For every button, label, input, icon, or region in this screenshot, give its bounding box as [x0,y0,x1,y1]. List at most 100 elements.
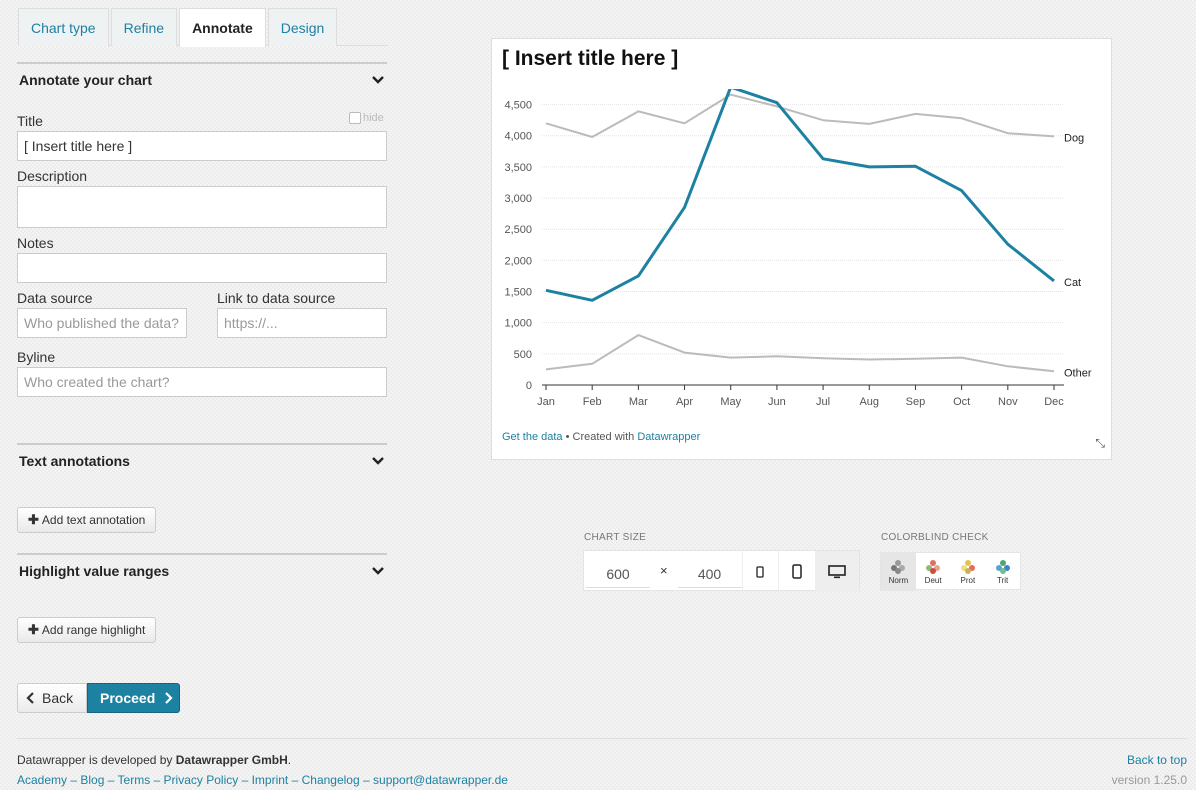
description-textarea[interactable] [17,186,387,228]
plus-icon: ✚ [28,512,39,527]
prot-label: Prot [960,576,976,585]
highlight-ranges-header[interactable]: Highlight value ranges [17,553,387,587]
trit-dots-icon [995,560,1010,574]
y-tick-label: 1,500 [504,287,532,299]
phone-small-icon [756,565,765,578]
title-input[interactable]: [ Insert title here ] [17,131,387,161]
back-button[interactable]: Back [17,683,87,713]
notes-input[interactable] [17,253,387,283]
datawrapper-link[interactable]: Datawrapper [637,431,700,443]
tab-chart-type[interactable]: Chart type [18,8,109,46]
footer-link-privacy[interactable]: Privacy Policy [164,773,239,787]
tab-annotate[interactable]: Annotate [179,8,266,47]
trit-label: Trit [996,576,1009,585]
version-info: version 1.25.0 [1112,773,1187,787]
tab-refine[interactable]: Refine [110,8,178,46]
norm-label: Norm [888,576,909,585]
chart-size-controls: 600 × 400 [583,550,860,592]
footer-link-support[interactable]: support@datawrapper.de [373,773,508,787]
footer-link-imprint[interactable]: Imprint [252,773,289,787]
mobile-button[interactable] [778,551,815,592]
y-tick-label: 500 [514,349,532,361]
footer-divider [17,738,1187,739]
byline-label: Byline [17,349,56,365]
checkbox-icon [349,112,361,124]
x-tick-label: Jan [537,396,555,408]
title-label: Title [17,113,43,129]
series-label-dog: Dog [1064,132,1084,144]
byline-input[interactable]: Who created the chart? [17,367,387,397]
x-tick-label: Sep [906,396,926,408]
version-number: 1.25.0 [1153,773,1187,787]
x-tick-label: Aug [859,396,879,408]
annotate-section-header[interactable]: Annotate your chart [17,62,387,96]
y-tick-label: 3,500 [504,162,532,174]
width-input[interactable]: 600 [586,554,651,588]
resize-handle-icon[interactable]: ⤡ [1095,436,1105,451]
x-tick-label: Nov [998,396,1018,408]
y-tick-label: 2,000 [504,255,532,267]
prot-dots-icon [960,560,975,574]
description-label: Description [17,168,88,184]
add-range-highlight-button[interactable]: ✚ Add range highlight [17,617,157,643]
colorblind-caption: COLORBLIND CHECK [881,532,989,543]
x-tick-label: Jun [768,396,786,408]
x-tick-label: Oct [953,396,970,408]
footer-link-terms[interactable]: Terms [118,773,151,787]
link-input[interactable]: https://... [217,308,387,338]
proceed-label: Proceed [100,690,156,706]
credit-prefix: Datawrapper is developed by [17,753,176,767]
colorblind-prot-button[interactable]: Prot [951,553,986,591]
footer-link-changelog[interactable]: Changelog [302,773,360,787]
hide-label: hide [363,112,384,124]
colorblind-deut-button[interactable]: Deut [916,553,951,591]
source-label: Data source [17,290,93,306]
hide-title-checkbox[interactable]: hide [349,112,384,124]
desktop-icon [828,564,847,578]
chevron-down-icon [372,76,384,84]
line-chart: 0 500 1,000 1,500 2,000 2,500 3,000 3,500 4,000 4… [504,89,1092,408]
x-tick-label: Dec [1044,396,1064,408]
annotate-section-title: Annotate your chart [19,72,153,88]
add-text-annotation-button[interactable]: ✚ Add text annotation [17,507,157,533]
footer-link-blog[interactable]: Blog [80,773,104,787]
notes-label: Notes [17,235,54,251]
chart-footer: Get the data • Created with Datawrapper [502,431,700,443]
phone-icon [792,564,802,579]
chart-title: [ Insert title here ] [502,47,679,70]
footer-separator: • Created with [562,431,638,443]
size-times: × [659,563,668,578]
footer-link-academy[interactable]: Academy [17,773,67,787]
add-text-annotation-label: Add text annotation [41,513,146,527]
series-label-cat: Cat [1064,277,1081,289]
colorblind-trit-button[interactable]: Trit [985,553,1020,591]
text-annotations-header[interactable]: Text annotations [17,443,387,477]
x-tick-label: Mar [629,396,648,408]
step-tabs: Chart type Refine Annotate Design [18,8,388,47]
source-input[interactable]: Who published the data? [17,308,187,338]
deut-dots-icon [926,560,941,574]
x-tick-label: Jul [816,396,830,408]
y-tick-label: 2,500 [504,224,532,236]
chevron-right-icon [165,692,173,704]
y-tick-label: 4,500 [504,100,532,112]
deut-label: Deut [924,576,942,585]
tab-design[interactable]: Design [267,8,338,46]
mobile-small-button[interactable] [741,551,779,592]
series-line-other [545,334,1055,373]
add-range-highlight-label: Add range highlight [41,623,146,637]
x-tick-label: Feb [583,396,602,408]
x-tick-label: Apr [676,396,693,408]
back-to-top-link[interactable]: Back to top [1127,753,1187,767]
series-label-other: Other [1064,367,1092,379]
highlight-ranges-title: Highlight value ranges [19,563,170,579]
y-tick-label: 1,000 [504,318,532,330]
height-input[interactable]: 400 [677,554,742,588]
proceed-button[interactable]: Proceed [87,683,180,713]
x-tick-label: May [720,396,741,408]
desktop-button[interactable] [814,551,859,592]
get-data-link[interactable]: Get the data [502,431,563,443]
text-annotations-title: Text annotations [19,453,130,469]
colorblind-norm-button[interactable]: Norm [881,553,916,591]
norm-dots-icon [891,560,906,574]
